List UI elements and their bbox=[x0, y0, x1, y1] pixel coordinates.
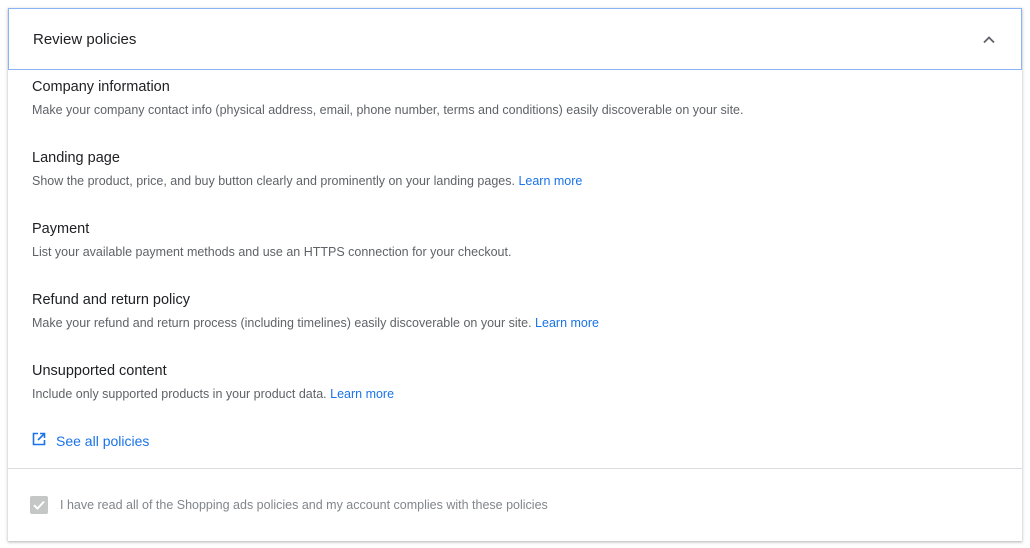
policy-refund-return: Refund and return policy Make your refun… bbox=[32, 291, 992, 362]
policy-description: Show the product, price, and buy button … bbox=[32, 173, 992, 189]
policy-company-information: Company information Make your company co… bbox=[32, 78, 992, 149]
agreement-checkbox[interactable] bbox=[30, 496, 48, 514]
policy-unsupported-content: Unsupported content Include only support… bbox=[32, 362, 992, 433]
panel-title: Review policies bbox=[33, 30, 137, 48]
chevron-up-icon[interactable] bbox=[981, 32, 997, 48]
policy-payment: Payment List your available payment meth… bbox=[32, 220, 992, 291]
learn-more-link[interactable]: Learn more bbox=[330, 387, 394, 401]
see-all-policies-link[interactable]: See all policies bbox=[32, 432, 149, 449]
learn-more-link[interactable]: Learn more bbox=[518, 174, 582, 188]
learn-more-link[interactable]: Learn more bbox=[535, 316, 599, 330]
policy-description-text: List your available payment methods and … bbox=[32, 245, 512, 259]
policy-title: Payment bbox=[32, 221, 90, 237]
review-policies-panel: Review policies Company information Make… bbox=[8, 8, 1022, 541]
checkmark-icon bbox=[33, 500, 45, 510]
policy-description: Make your refund and return process (inc… bbox=[32, 315, 992, 331]
policy-title: Landing page bbox=[32, 150, 120, 166]
review-policies-header[interactable]: Review policies bbox=[8, 8, 1022, 70]
policy-description: List your available payment methods and … bbox=[32, 244, 992, 260]
policy-description-text: Make your company contact info (physical… bbox=[32, 103, 744, 117]
policy-description-text: Show the product, price, and buy button … bbox=[32, 174, 515, 188]
policy-title: Company information bbox=[32, 79, 170, 95]
policy-description-text: Include only supported products in your … bbox=[32, 387, 327, 401]
open-in-new-icon bbox=[32, 432, 56, 449]
policy-landing-page: Landing page Show the product, price, an… bbox=[32, 149, 992, 220]
see-all-policies-label: See all policies bbox=[56, 432, 150, 449]
agreement-label: I have read all of the Shopping ads poli… bbox=[60, 498, 548, 512]
policy-title: Refund and return policy bbox=[32, 292, 190, 308]
policy-list: Company information Make your company co… bbox=[32, 78, 992, 433]
policy-title: Unsupported content bbox=[32, 363, 167, 379]
divider bbox=[8, 468, 1022, 469]
agreement-row: I have read all of the Shopping ads poli… bbox=[30, 496, 548, 514]
policy-description: Make your company contact info (physical… bbox=[32, 102, 992, 118]
policy-description-text: Make your refund and return process (inc… bbox=[32, 316, 532, 330]
policy-description: Include only supported products in your … bbox=[32, 386, 992, 402]
